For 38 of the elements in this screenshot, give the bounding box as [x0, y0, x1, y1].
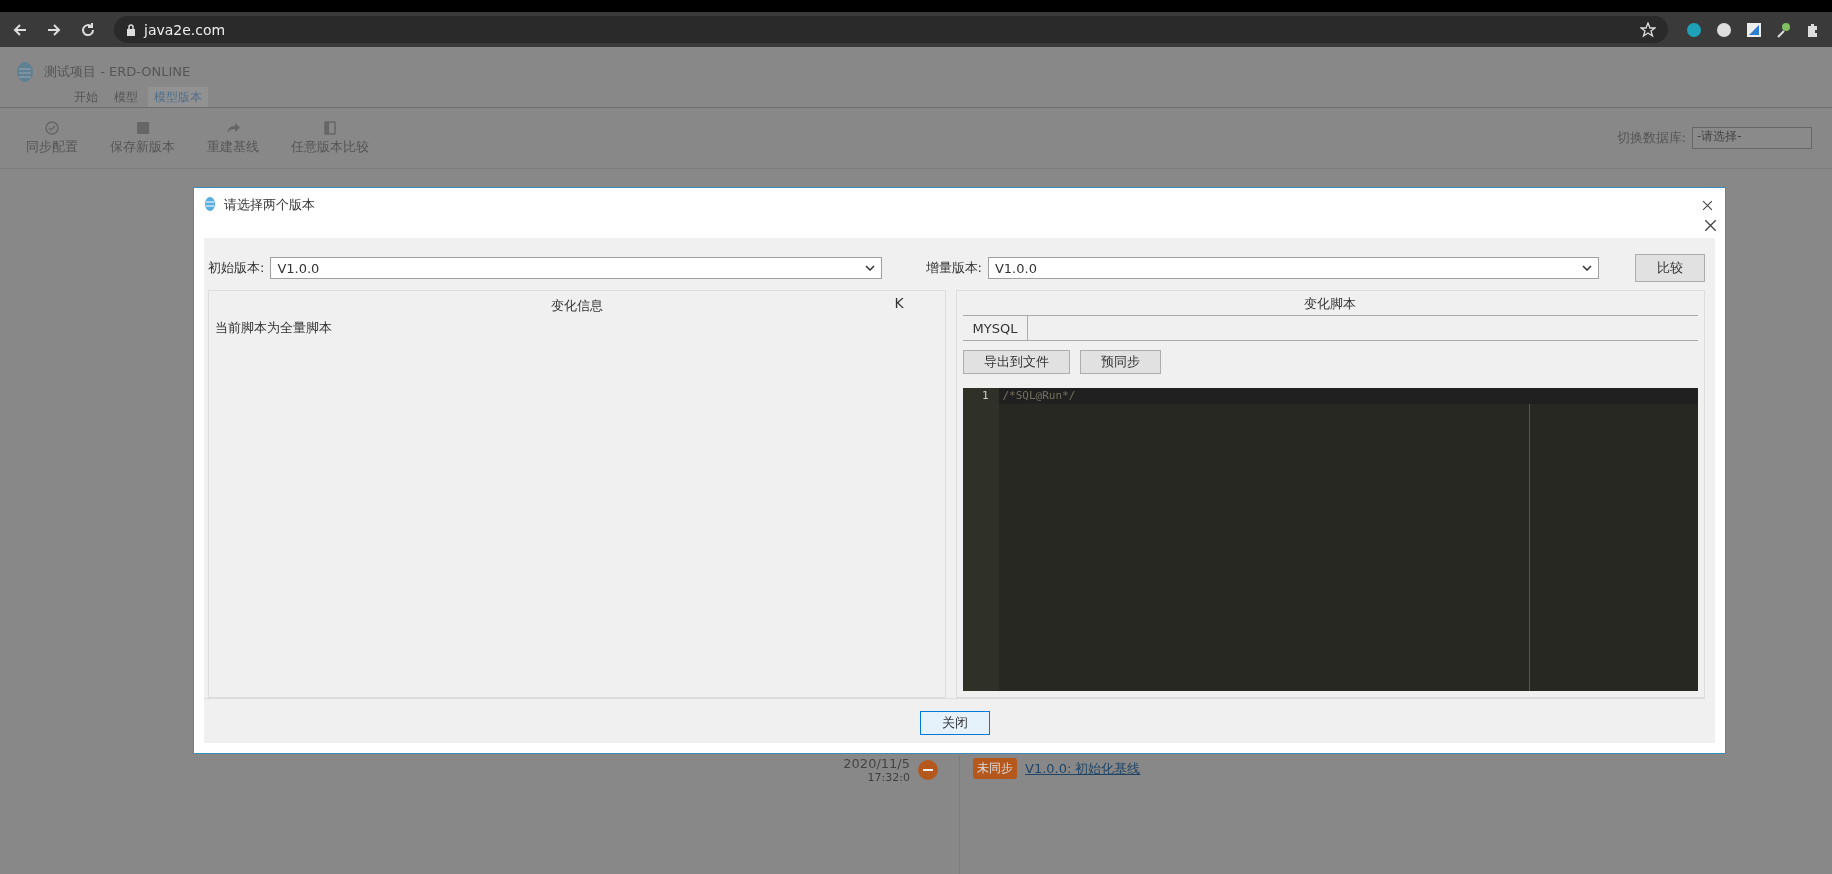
- logo-icon: [16, 61, 34, 83]
- minus-icon: [918, 760, 938, 780]
- back-icon[interactable]: [12, 21, 28, 38]
- lock-icon: [126, 23, 136, 36]
- address-bar[interactable]: java2e.com: [114, 16, 1668, 43]
- panel-title: 变化信息: [549, 297, 604, 315]
- compare-button[interactable]: 比较: [1635, 254, 1705, 282]
- book-icon: [322, 120, 338, 136]
- chevron-down-icon: [864, 265, 875, 271]
- close-icon: [1702, 199, 1713, 211]
- close-button[interactable]: 关闭: [919, 711, 990, 735]
- puzzle-icon[interactable]: [1806, 21, 1820, 38]
- dialog-title: 请选择两个版本: [224, 196, 316, 215]
- star-icon[interactable]: [1640, 21, 1656, 38]
- timeline-date: 2020/11/5: [843, 756, 910, 771]
- line-number: 1: [981, 388, 990, 404]
- change-message: 当前脚本为全量脚本: [214, 319, 333, 337]
- extension-icon[interactable]: [1716, 21, 1732, 38]
- version-select[interactable]: V1.0.0: [270, 257, 882, 279]
- script-button[interactable]: 预同步: [1079, 350, 1161, 374]
- status-tag: 未同步: [973, 758, 1017, 779]
- extension-icon[interactable]: [1776, 21, 1792, 38]
- url-text: java2e.com: [144, 21, 226, 38]
- field-label: 初始版本:: [208, 259, 265, 277]
- forward-icon[interactable]: [46, 21, 62, 38]
- reload-icon[interactable]: [80, 21, 96, 38]
- code-editor[interactable]: 1 /*SQL@Run*/: [962, 388, 1698, 691]
- script-button[interactable]: 导出到文件: [962, 350, 1070, 374]
- version-select[interactable]: V1.0.0: [987, 257, 1600, 279]
- corner-letter: K: [894, 294, 905, 311]
- chevron-down-icon: [1582, 265, 1593, 271]
- timeline-time: 17:32:0: [867, 771, 910, 784]
- save-icon: [134, 120, 151, 136]
- panel-title: 变化脚本: [962, 291, 1698, 316]
- close-icon: [1704, 218, 1717, 232]
- sync-check-icon: [44, 120, 60, 136]
- field-label: 增量版本:: [925, 259, 982, 277]
- extension-icon[interactable]: [1746, 21, 1762, 38]
